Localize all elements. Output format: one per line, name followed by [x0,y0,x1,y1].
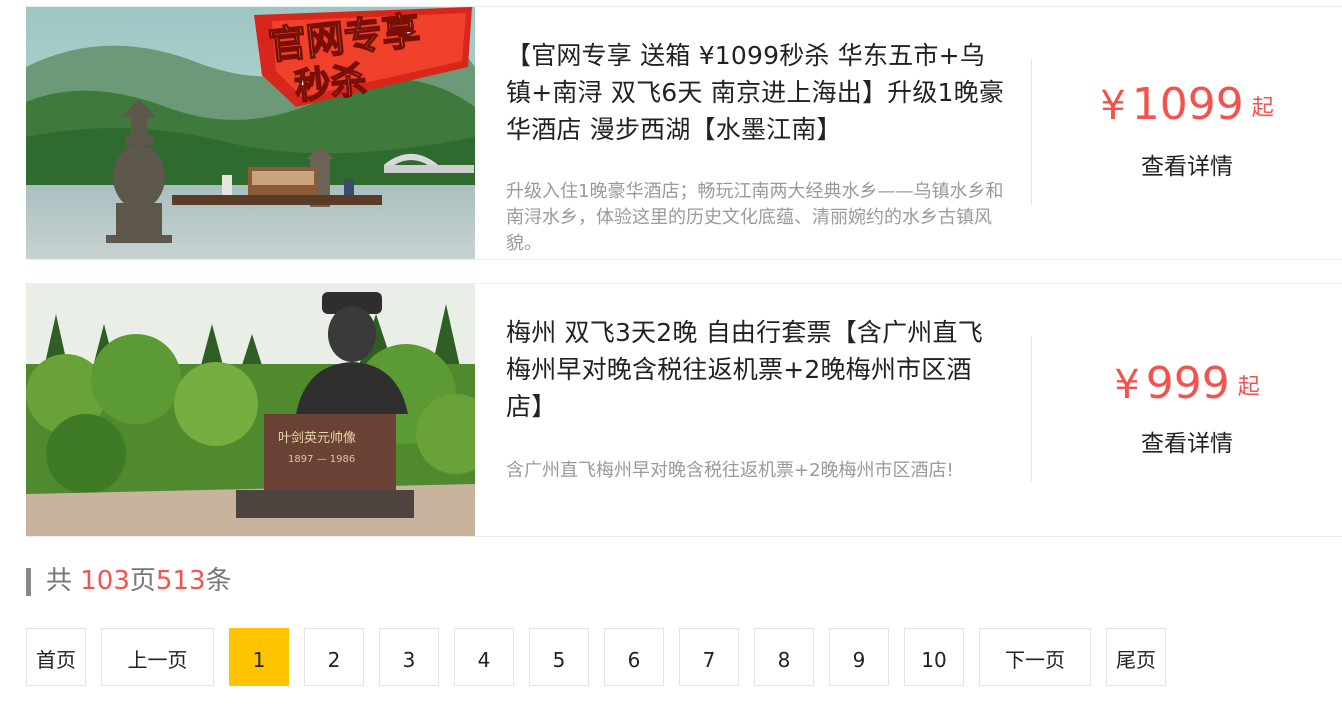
listing-description: 升级入住1晚豪华酒店；畅玩江南两大经典水乡——乌镇水乡和南浔水乡，体验这里的历史… [506,181,1004,254]
page-button-1[interactable]: 1 [229,628,289,686]
listing-card[interactable]: 官网专享 秒杀 【官网专享 送箱 ¥1099秒杀 华东五市+乌镇+南浔 双飞6天… [26,6,1342,260]
price-amount: 1099 [1131,79,1244,130]
svg-text:秒杀: 秒杀 [293,60,369,108]
page-button-10[interactable]: 10 [904,628,964,686]
summary-count: 513 [155,566,206,596]
listing-image-statue[interactable]: 叶剑英元帅像 1897 — 1986 [26,284,475,536]
listing-price: ¥1099 起 [1032,79,1342,130]
summary-count-unit: 条 [205,566,232,596]
listing-info: 【官网专享 送箱 ¥1099秒杀 华东五市+乌镇+南浔 双飞6天 南京进上海出】… [506,7,1006,259]
prev-page-button[interactable]: 上一页 [101,628,214,686]
price-currency: ¥ [1114,362,1140,408]
listing-description: 含广州直飞梅州早对晚含税往返机票+2晚梅州市区酒店! [506,460,954,481]
page-button-9[interactable]: 9 [829,628,889,686]
page-button-3[interactable]: 3 [379,628,439,686]
listing-info: 梅州 双飞3天2晚 自由行套票【含广州直飞梅州早对晚含税往返机票+2晚梅州市区酒… [506,284,1006,536]
price-suffix: 起 [1237,375,1260,400]
svg-text:1897 — 1986: 1897 — 1986 [288,454,355,465]
plaque-text: 叶剑英元帅像 [278,430,356,446]
page-button-5[interactable]: 5 [529,628,589,686]
summary-pages-unit: 页 [129,566,156,596]
price-suffix: 起 [1251,96,1274,121]
listing-image-west-lake[interactable]: 官网专享 秒杀 [26,7,475,259]
price-currency: ¥ [1100,83,1126,129]
view-details-link[interactable]: 查看详情 [1032,147,1342,181]
page-button-6[interactable]: 6 [604,628,664,686]
next-page-button[interactable]: 下一页 [979,628,1091,686]
price-box: ¥1099 起 查看详情 [1032,7,1342,259]
page-button-7[interactable]: 7 [679,628,739,686]
first-page-button[interactable]: 首页 [26,628,86,686]
page-button-8[interactable]: 8 [754,628,814,686]
summary-prefix: 共 [46,566,81,596]
result-summary: 共 103页513条 [26,564,232,598]
summary-accent-bar [26,568,31,596]
listing-price: ¥999 起 [1032,358,1342,409]
listing-title[interactable]: 【官网专享 送箱 ¥1099秒杀 华东五市+乌镇+南浔 双飞6天 南京进上海出】… [506,37,1006,148]
page-button-4[interactable]: 4 [454,628,514,686]
page-button-2[interactable]: 2 [304,628,364,686]
listing-title[interactable]: 梅州 双飞3天2晚 自由行套票【含广州直飞梅州早对晚含税往返机票+2晚梅州市区酒… [506,314,1006,425]
price-amount: 999 [1145,358,1230,409]
view-details-link[interactable]: 查看详情 [1032,424,1342,458]
price-box: ¥999 起 查看详情 [1032,284,1342,536]
listing-card[interactable]: 叶剑英元帅像 1897 — 1986 梅州 双飞3天2晚 自由行套票【含广州直飞… [26,283,1342,537]
summary-pages: 103 [80,566,130,596]
last-page-button[interactable]: 尾页 [1106,628,1166,686]
